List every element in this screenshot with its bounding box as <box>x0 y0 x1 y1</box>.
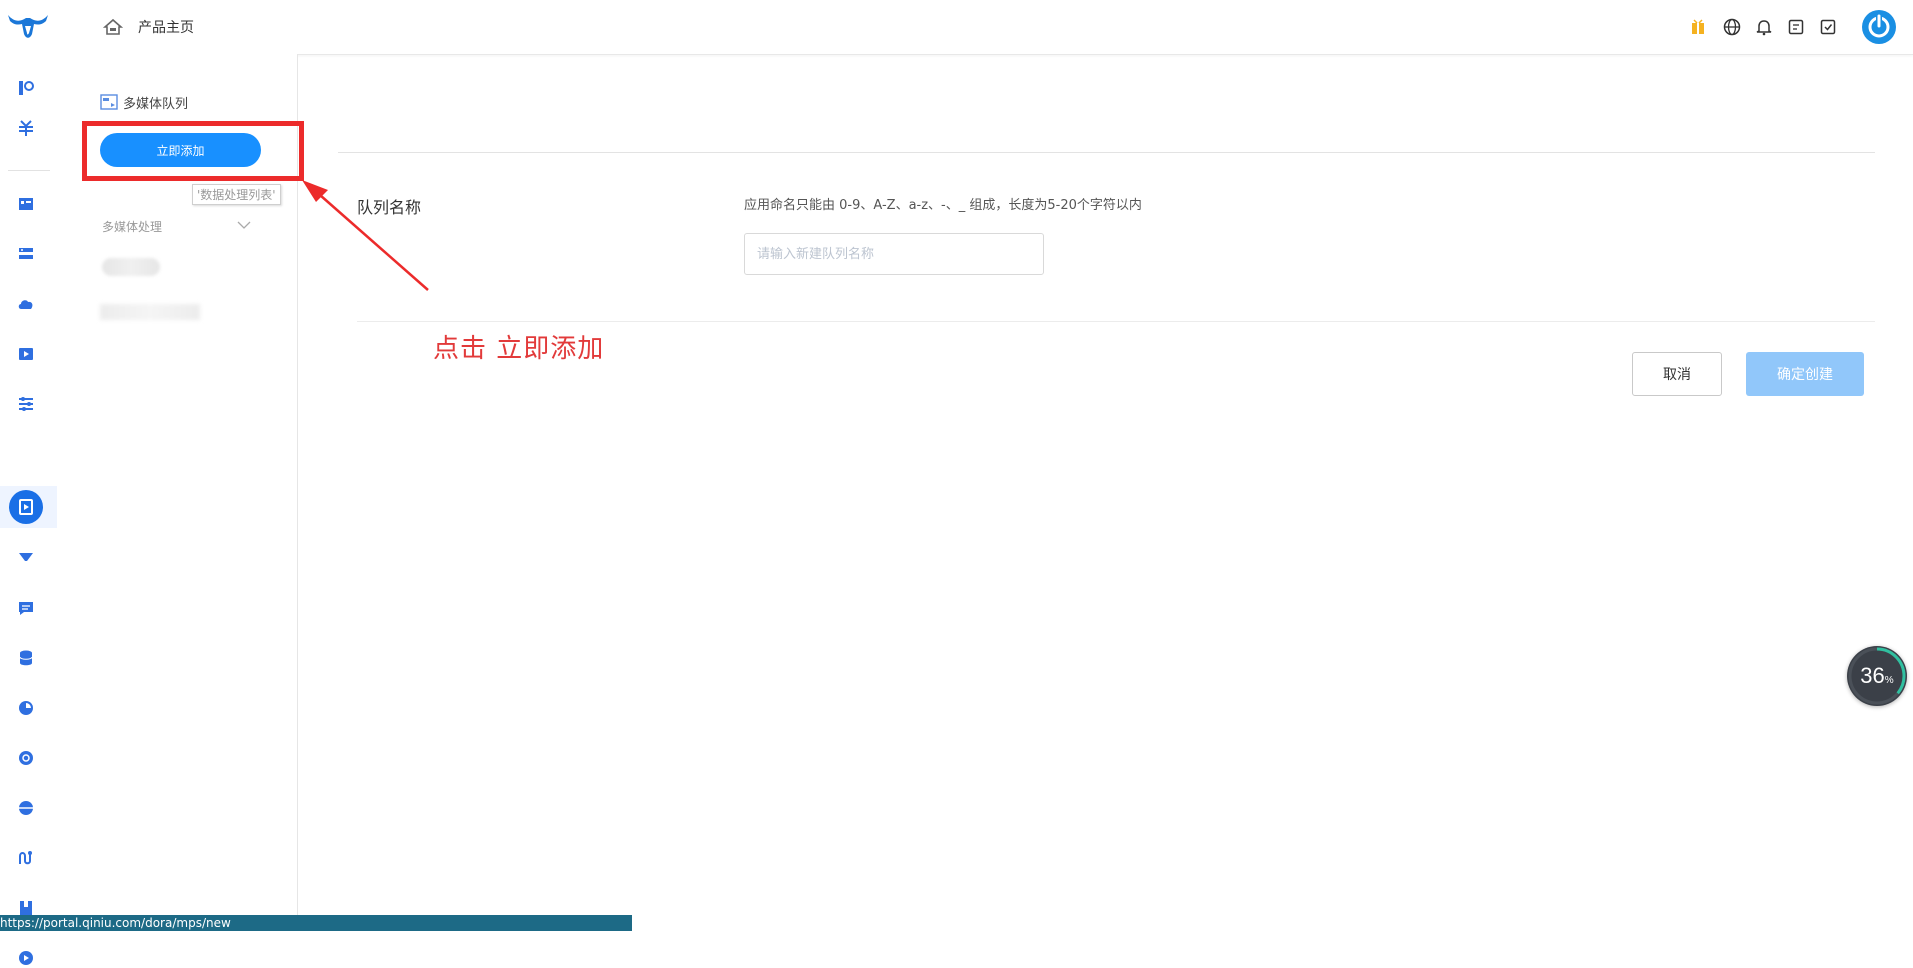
tooltip: '数据处理列表' <box>192 184 281 205</box>
progress-number: 36 <box>1860 663 1885 688</box>
power-icon <box>1868 14 1890 38</box>
storage-icon[interactable] <box>16 78 36 98</box>
blurred-item <box>102 258 160 276</box>
progress-unit: % <box>1884 675 1894 686</box>
globe-icon[interactable] <box>1722 17 1742 37</box>
document-icon[interactable] <box>1786 17 1806 37</box>
product-icon-rail <box>0 54 58 965</box>
annotation-text: 点击 立即添加 <box>433 334 605 364</box>
dashboard-icon[interactable] <box>16 194 36 214</box>
home-link[interactable]: 产品主页 <box>138 17 194 37</box>
top-bar: 产品主页 <box>0 0 1913 55</box>
annotation-arrow <box>302 180 429 291</box>
gift-icon[interactable] <box>1688 17 1708 37</box>
chat-icon[interactable] <box>16 598 36 618</box>
sidebar-title: 多媒体队列 <box>123 97 189 112</box>
shield-icon[interactable] <box>16 748 36 768</box>
user-avatar[interactable] <box>1862 10 1896 44</box>
network-icon[interactable] <box>16 798 36 818</box>
cloud-icon[interactable] <box>16 294 36 314</box>
progress-widget[interactable]: 36% <box>1847 646 1907 706</box>
rail-divider <box>8 170 50 171</box>
bell-icon[interactable] <box>1754 17 1774 37</box>
play-icon[interactable] <box>16 948 36 968</box>
home-icon[interactable] <box>103 17 123 37</box>
multimedia-glyph <box>19 499 33 515</box>
blurred-item <box>100 304 200 320</box>
chevron-down-icon[interactable] <box>237 220 251 230</box>
queue-name-input[interactable] <box>744 233 1044 275</box>
section-divider <box>338 152 1875 153</box>
sliders-icon[interactable] <box>16 394 36 414</box>
database-icon[interactable] <box>16 648 36 668</box>
currency-icon[interactable] <box>16 118 36 138</box>
progress-value: 36% <box>1847 646 1907 706</box>
multimedia-icon[interactable] <box>9 490 43 524</box>
confirm-create-button[interactable]: 确定创建 <box>1746 352 1864 396</box>
annotation-highlight-box <box>82 121 304 181</box>
section-divider <box>357 321 1875 322</box>
analytics-icon[interactable] <box>16 698 36 718</box>
route-icon[interactable] <box>16 848 36 868</box>
sidebar-group-multimedia[interactable]: 多媒体处理 <box>102 218 162 235</box>
queue-name-hint: 应用命名只能由 0-9、A-Z、a-z、-、_ 组成，长度为5-20个字符以内 <box>744 198 1142 213</box>
queue-icon <box>100 94 118 110</box>
cancel-button[interactable]: 取消 <box>1632 352 1722 396</box>
filter-icon[interactable] <box>16 548 36 568</box>
qiniu-logo[interactable] <box>6 12 50 42</box>
video-icon[interactable] <box>16 344 36 364</box>
checklist-icon[interactable] <box>1818 17 1838 37</box>
product-sidebar: 多媒体队列 立即添加 '数据处理列表' 多媒体处理 <box>57 54 304 931</box>
server-icon[interactable] <box>16 244 36 264</box>
status-bar-url: https://portal.qiniu.com/dora/mps/new <box>0 915 632 931</box>
